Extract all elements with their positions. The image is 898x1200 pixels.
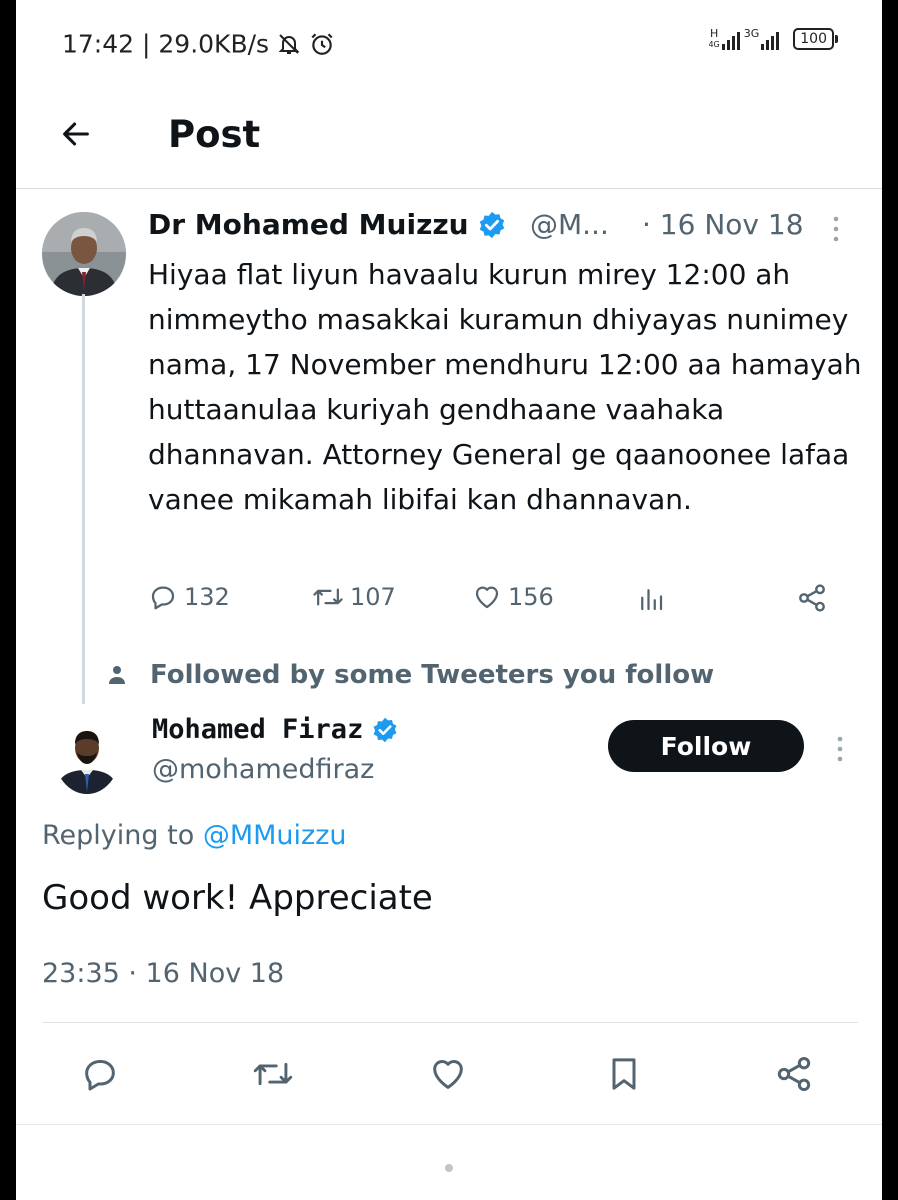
reply-icon [85,1060,115,1091]
status-bar-left: 17:42 | 29.0KB/s [62,28,335,59]
reply-author-name[interactable]: Mohamed Firaz [152,714,363,745]
mute-bell-icon [277,30,309,59]
reply-more-options-button[interactable] [834,734,846,768]
followed-notice: Followed by some Tweeters you follow [150,660,715,690]
author-handle[interactable]: @M... [530,208,609,241]
views-icon [641,589,663,611]
reply-divider [42,1022,858,1023]
back-arrow-icon [63,122,89,146]
tweet-text: Hiyaa flat liyun havaalu kurun mirey 12:… [148,258,862,516]
status-bar-right: H 4G 3G 100 [708,27,838,50]
replying-to-link[interactable]: @MMuizzu [203,820,347,851]
reply-action-share-button[interactable] [774,1054,814,1094]
app-screen: 17:42 | 29.0KB/s H 4G 3G 100 Post Dr Moh… [16,0,882,1200]
retweet-icon [313,588,343,606]
bottom-divider [16,1124,882,1125]
signal-bars-1-icon [721,30,740,50]
battery-indicator: 100 [793,28,838,50]
firaz-avatar[interactable] [54,714,120,794]
replying-prefix: Replying to [42,820,203,851]
verified-badge-icon [479,211,504,238]
reply-action-retweet-button[interactable] [252,1054,294,1094]
status-separator: | [142,29,151,59]
muizzu-avatar[interactable] [42,212,126,296]
like-icon [475,586,499,609]
more-vertical-icon [833,216,839,242]
follow-button[interactable]: Follow [608,720,804,772]
bookmark-button[interactable] [604,1054,644,1094]
reply-count: 132 [184,583,230,611]
social-context-row: Followed by some Tweeters you follow [108,660,714,690]
retweet-count: 107 [350,583,396,611]
share-icon [777,1057,811,1091]
network-1-indicator: H 4G [708,27,720,49]
author-name-row[interactable]: Dr Mohamed Muizzu [148,208,507,241]
share-icon [799,584,825,612]
reply-button[interactable]: 132 [148,582,230,612]
signal-bars-2-icon [761,30,780,50]
reply-timestamp[interactable]: 23:35 · 16 Nov 18 [42,958,284,989]
like-button[interactable]: 156 [472,582,554,612]
like-count: 156 [508,583,554,611]
reply-author-name-row[interactable]: Mohamed Firaz [152,714,399,745]
reply-icon [151,586,175,610]
header-divider [16,188,882,189]
network-speed: 29.0KB/s [158,29,270,59]
reply-author-handle[interactable]: @mohamedfiraz [152,754,374,785]
back-button[interactable] [54,112,98,156]
verified-badge-icon [373,717,397,742]
views-button[interactable] [636,584,666,614]
share-button[interactable] [796,582,828,614]
author-name[interactable]: Dr Mohamed Muizzu [148,208,469,241]
scroll-indicator-dot [445,1164,453,1172]
person-icon [109,666,125,684]
reply-text: Good work! Appreciate [42,878,433,918]
more-vertical-icon [837,736,843,762]
retweet-button[interactable]: 107 [312,582,396,612]
status-time: 17:42 [62,29,135,59]
tweet-date[interactable]: · 16 Nov 18 [642,208,804,241]
bookmark-icon [612,1058,636,1090]
network-2-label: 3G [743,27,760,40]
retweet-icon [253,1062,293,1086]
thread-line [82,294,85,704]
reply-action-like-button[interactable] [428,1054,468,1094]
alarm-icon [309,30,335,59]
like-icon [433,1060,463,1089]
page-title: Post [168,113,261,156]
replying-to-row: Replying to @MMuizzu [42,820,346,851]
reply-action-reply-button[interactable] [80,1054,120,1094]
more-options-button[interactable] [830,214,842,248]
